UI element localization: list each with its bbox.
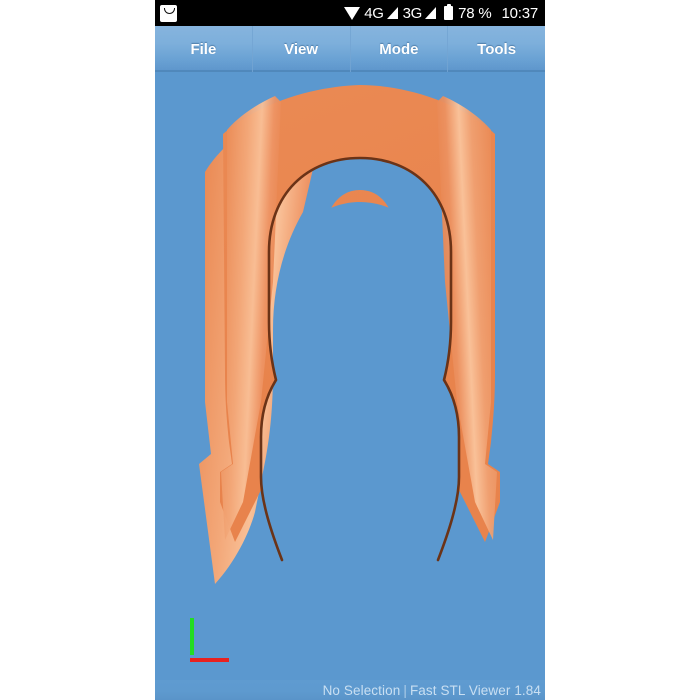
android-status-bar: 4G 3G 78 % 10:37 xyxy=(155,0,545,26)
status-bar-text: No Selection | Fast STL Viewer 1.84 xyxy=(323,683,541,698)
status-bar-left xyxy=(155,4,177,22)
status-bar-right: 4G 3G 78 % 10:37 xyxy=(344,3,545,22)
signal-bars-icon-1 xyxy=(386,7,398,19)
status-separator: | xyxy=(403,682,407,698)
axis-y-green xyxy=(190,618,194,655)
bottom-status-bar: No Selection | Fast STL Viewer 1.84 xyxy=(155,680,545,700)
menu-item-mode[interactable]: Mode xyxy=(351,26,449,72)
selection-status: No Selection xyxy=(322,682,401,698)
network-label-4g: 4G xyxy=(364,4,384,22)
shopping-bag-icon xyxy=(160,4,177,22)
wifi-icon xyxy=(344,6,361,20)
axis-gizmo xyxy=(185,618,233,662)
signal-bars-icon-2 xyxy=(425,7,437,19)
battery-icon xyxy=(444,3,454,20)
axis-x-red xyxy=(190,658,229,662)
app-title-version: Fast STL Viewer 1.84 xyxy=(409,682,541,698)
menu-item-file[interactable]: File xyxy=(155,26,253,72)
phone-app-frame: 4G 3G 78 % 10:37 File View Mode Tools No… xyxy=(155,0,545,700)
menu-bar: File View Mode Tools xyxy=(155,26,545,72)
network-label-3g: 3G xyxy=(402,4,423,22)
menu-item-view[interactable]: View xyxy=(253,26,351,72)
menu-item-tools[interactable]: Tools xyxy=(448,26,545,72)
battery-percent: 78 % xyxy=(458,4,492,22)
stl-mesh-body xyxy=(155,72,545,700)
model-viewport[interactable]: No Selection | Fast STL Viewer 1.84 xyxy=(155,72,545,700)
stl-model-canvas[interactable] xyxy=(155,72,545,700)
clock: 10:37 xyxy=(501,4,538,22)
screen-root: 4G 3G 78 % 10:37 File View Mode Tools No… xyxy=(0,0,700,700)
